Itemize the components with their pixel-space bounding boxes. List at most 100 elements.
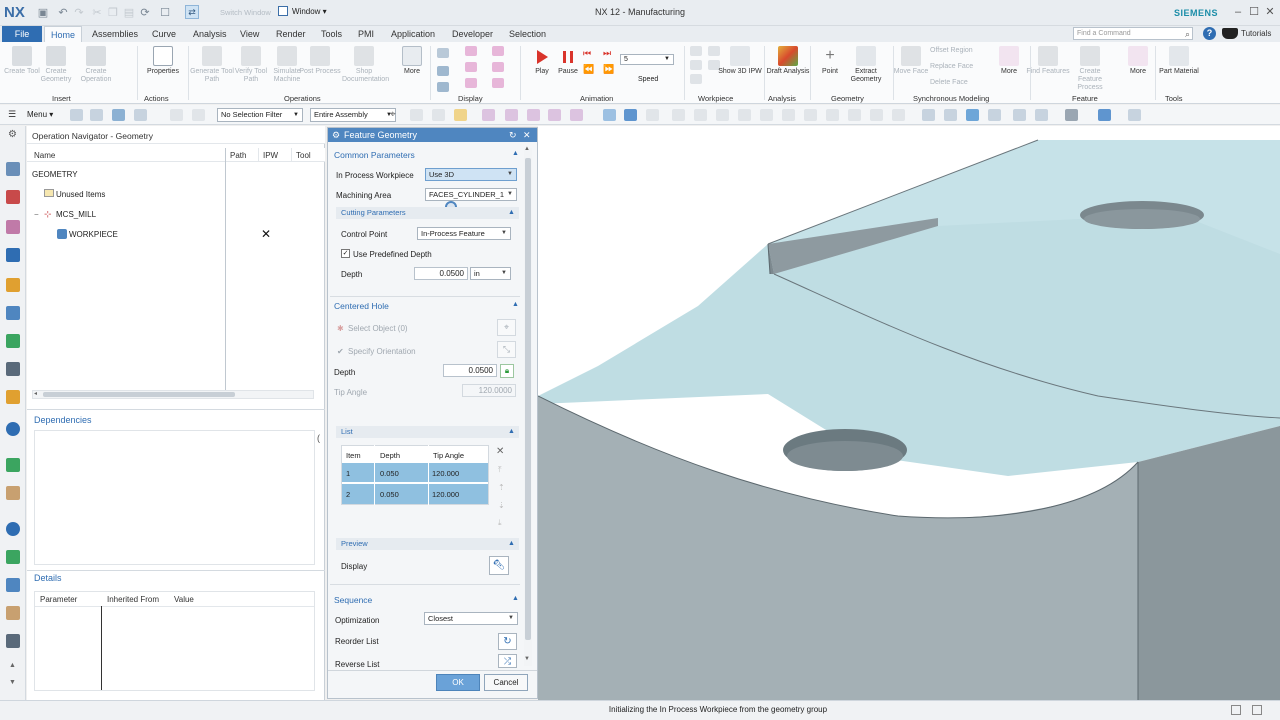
search-icon[interactable]: ⌕ <box>1185 29 1190 40</box>
select-object-button[interactable]: Select Object (0) <box>348 324 408 333</box>
delete-face-button[interactable]: Delete Face <box>930 79 968 86</box>
collapse-icon[interactable]: ▲ <box>508 428 515 435</box>
refresh-icon[interactable]: ( <box>317 433 320 443</box>
depth-unit-select[interactable]: in ▼ <box>470 267 511 280</box>
tab-file[interactable]: File <box>2 26 42 42</box>
move-face-button[interactable]: Move Face <box>889 46 933 76</box>
gear-icon[interactable]: ⚙ <box>8 129 17 140</box>
snap-icon[interactable] <box>548 109 561 121</box>
reverse-icon[interactable]: ⤮ <box>498 654 517 668</box>
orientation-icon[interactable]: ⤡ <box>497 341 516 358</box>
minimize-icon[interactable]: – <box>1231 5 1245 19</box>
resource-tab-icon[interactable] <box>6 550 20 564</box>
display-option-icon[interactable] <box>465 46 477 56</box>
menu-icon[interactable]: ☰ <box>8 109 16 120</box>
scroll-up-icon[interactable]: ▲ <box>524 146 530 152</box>
resource-tab-icon[interactable] <box>6 422 20 436</box>
snap-point-icon[interactable] <box>870 109 883 121</box>
tree-node-unused-items[interactable]: Unused Items <box>56 190 105 199</box>
display-option-icon[interactable] <box>437 66 449 76</box>
snap-point-icon[interactable] <box>782 109 795 121</box>
resource-tab-icon[interactable] <box>6 220 20 234</box>
navigator-h-scrollbar[interactable]: ◂ <box>32 390 314 399</box>
display-option-icon[interactable] <box>492 62 504 72</box>
step-forward-icon[interactable]: ⏭ <box>603 48 611 59</box>
snap-point-icon[interactable] <box>760 109 773 121</box>
view-tool-icon[interactable] <box>1065 109 1078 121</box>
close-icon[interactable]: ✕ <box>1263 5 1277 19</box>
list-header[interactable]: List <box>341 427 353 436</box>
replace-face-button[interactable]: Replace Face <box>930 63 973 70</box>
create-feature-process-button[interactable]: Create Feature Process <box>1068 46 1112 92</box>
snap-icon[interactable] <box>505 109 518 121</box>
display-option-icon[interactable] <box>465 62 477 72</box>
tree-node-geometry[interactable]: GEOMETRY <box>32 170 78 179</box>
cutting-parameters-header[interactable]: Cutting Parameters <box>341 208 406 217</box>
snap-point-icon[interactable] <box>716 109 729 121</box>
tree-node-mcs-mill[interactable]: MCS_MILL <box>56 210 96 219</box>
resource-tab-icon[interactable] <box>6 162 20 176</box>
hole-depth-input[interactable]: 0.0500 <box>443 364 497 377</box>
scroll-left-icon[interactable]: ◂ <box>34 390 37 397</box>
specify-orientation-button[interactable]: Specify Orientation <box>348 347 416 356</box>
tab-selection[interactable]: Selection <box>503 26 552 42</box>
resource-tab-icon[interactable] <box>6 278 20 292</box>
scroll-down-icon[interactable]: ▼ <box>9 679 16 686</box>
menu-button[interactable]: Menu ▾ <box>27 110 53 119</box>
tab-tools[interactable]: Tools <box>315 26 348 42</box>
view-tool-icon[interactable] <box>1098 109 1111 121</box>
offset-region-button[interactable]: Offset Region <box>930 47 973 54</box>
depth-input[interactable]: 0.0500 <box>414 267 468 280</box>
find-features-button[interactable]: Find Features <box>1026 46 1070 76</box>
tab-application[interactable]: Application <box>385 26 441 42</box>
view-icon[interactable] <box>646 109 659 121</box>
list-column-tip-angle[interactable]: Tip Angle <box>433 451 464 460</box>
dialog-v-scrollbar[interactable]: ▲ ▼ <box>524 146 532 666</box>
clock-icon[interactable] <box>6 522 20 536</box>
details-column-inherited[interactable]: Inherited From <box>107 595 159 604</box>
assembly-scope-select[interactable]: Entire Assembly ▼ <box>310 108 396 122</box>
target-icon[interactable]: ⌖ <box>497 319 516 336</box>
create-operation-button[interactable]: Create Operation <box>74 46 118 84</box>
display-option-icon[interactable] <box>437 82 449 92</box>
delete-icon[interactable]: ✕ <box>496 446 504 457</box>
view-tool-icon[interactable] <box>1128 109 1141 121</box>
view-tool-icon[interactable] <box>944 109 957 121</box>
help-icon[interactable]: ? <box>1203 27 1216 40</box>
list-column-item[interactable]: Item <box>346 451 361 460</box>
refresh-view-icon[interactable] <box>966 109 979 121</box>
operation-navigator-icon[interactable] <box>6 248 20 262</box>
post-process-button[interactable]: Post Process <box>298 46 342 76</box>
show-3d-ipw-button[interactable]: Show 3D IPW <box>718 46 762 76</box>
previous-operation-icon[interactable]: ⏪ <box>583 64 594 75</box>
move-top-icon[interactable]: ⤒ <box>498 465 502 475</box>
dialog-gear-icon[interactable]: ⚙ <box>332 128 340 142</box>
column-ipw[interactable]: IPW <box>263 151 278 160</box>
snap-point-icon[interactable] <box>694 109 707 121</box>
speed-select[interactable]: 5 ▼ <box>620 54 674 65</box>
select-tool-icon[interactable] <box>90 109 103 121</box>
maximize-icon[interactable]: ☐ <box>1247 5 1261 19</box>
select-tool-icon[interactable] <box>170 109 183 121</box>
sequence-header[interactable]: Sequence <box>334 595 372 605</box>
resource-tab-icon[interactable] <box>6 334 20 348</box>
details-header[interactable]: Details <box>34 573 62 583</box>
resource-tab-icon[interactable] <box>6 306 20 320</box>
snap-icon[interactable] <box>454 109 467 121</box>
view-tool-icon[interactable] <box>988 109 1001 121</box>
create-geometry-button[interactable]: Create Geometry <box>34 46 78 84</box>
tab-render[interactable]: Render <box>270 26 312 42</box>
tab-analysis[interactable]: Analysis <box>187 26 233 42</box>
properties-button[interactable]: Properties <box>141 46 185 76</box>
sync-more-button[interactable]: More <box>987 46 1031 76</box>
resource-tab-icon[interactable] <box>6 578 20 592</box>
draft-analysis-button[interactable]: Draft Analysis <box>766 46 810 76</box>
snap-point-icon[interactable] <box>892 109 905 121</box>
select-tool-icon[interactable] <box>70 109 83 121</box>
collapse-icon[interactable]: ▲ <box>508 209 515 216</box>
shop-documentation-button[interactable]: Shop Documentation <box>342 46 389 84</box>
step-back-icon[interactable]: ⏮ <box>583 48 591 59</box>
select-tool-icon[interactable] <box>134 109 147 121</box>
tab-assemblies[interactable]: Assemblies <box>86 26 144 42</box>
dialog-close-icon[interactable]: ✕ <box>523 128 531 142</box>
